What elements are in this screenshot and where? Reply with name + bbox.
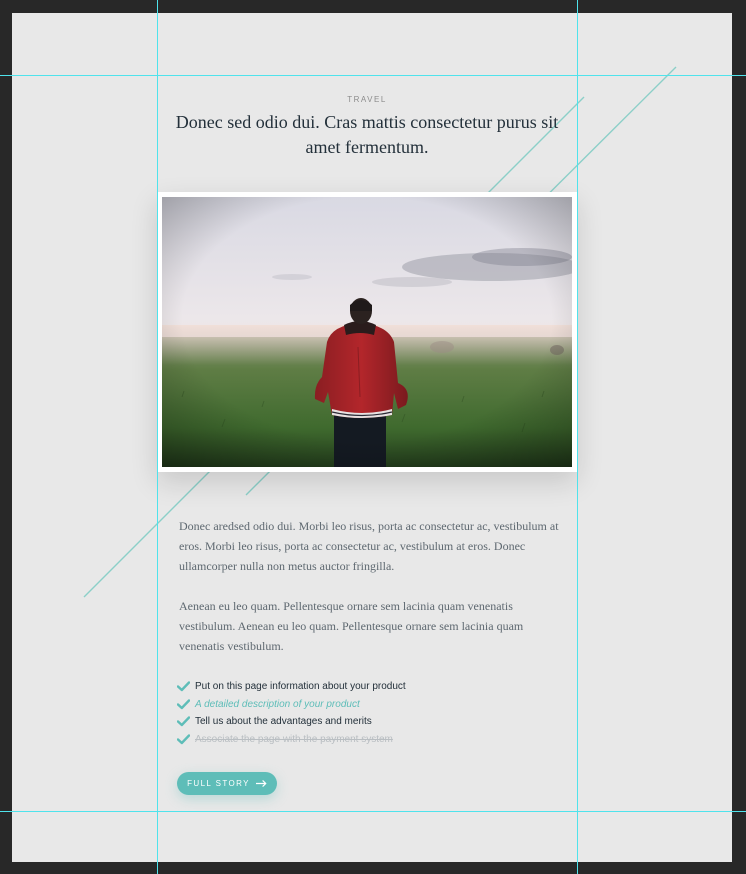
full-story-button[interactable]: FULL STORY xyxy=(177,772,277,795)
checklist-item-text: Put on this page information about your … xyxy=(195,681,406,692)
checklist-item-text: A detailed description of your product xyxy=(195,698,360,710)
category-label: TRAVEL xyxy=(347,95,387,104)
article-body: Donec aredsed odio dui. Morbi leo risus,… xyxy=(179,516,559,676)
checklist-item-text: Tell us about the advantages and merits xyxy=(195,716,372,727)
checklist-item-text: Associate the page with the payment syst… xyxy=(195,733,393,745)
arrow-right-icon xyxy=(255,780,267,787)
body-paragraph-2: Aenean eu leo quam. Pellentesque ornare … xyxy=(179,599,524,653)
checklist-item-3: Tell us about the advantages and merits xyxy=(176,713,557,730)
hero-photo xyxy=(162,197,572,467)
check-icon xyxy=(176,716,191,727)
checklist-item-4: Associate the page with the payment syst… xyxy=(176,731,557,748)
checklist-item-2: A detailed description of your product xyxy=(176,696,557,713)
article-headline: Donec sed odio dui. Cras mattis consecte… xyxy=(175,112,559,157)
check-icon xyxy=(176,698,191,710)
feature-checklist: Put on this page information about your … xyxy=(176,678,557,748)
check-icon xyxy=(176,733,191,745)
full-story-label: FULL STORY xyxy=(187,779,250,788)
check-icon xyxy=(176,681,191,692)
checklist-item-1: Put on this page information about your … xyxy=(176,678,557,695)
photo-frame xyxy=(157,192,577,472)
body-paragraph-1: Donec aredsed odio dui. Morbi leo risus,… xyxy=(179,519,559,573)
